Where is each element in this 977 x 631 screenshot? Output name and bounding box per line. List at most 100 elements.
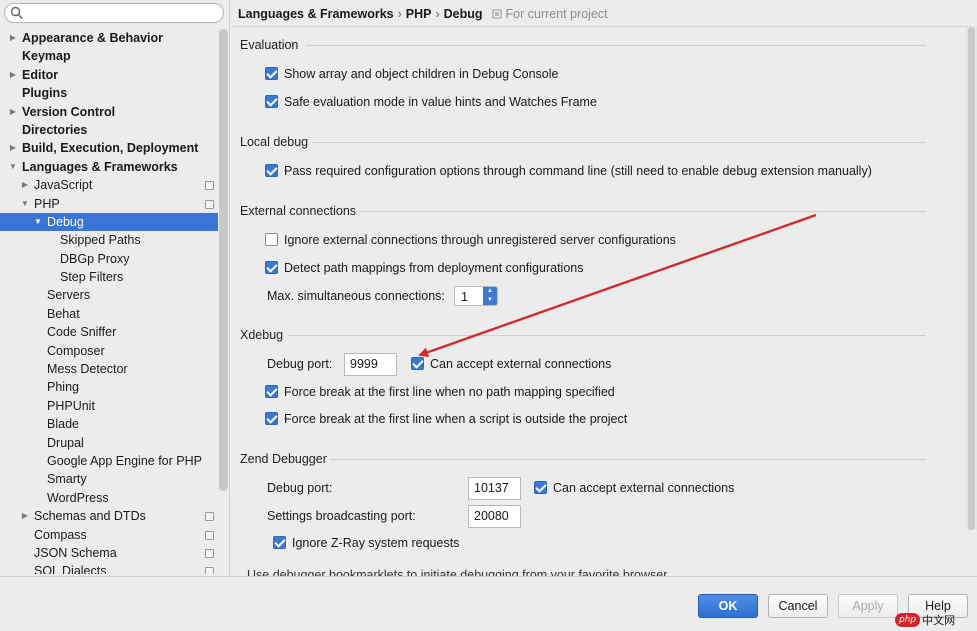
tree-item-label: Version Control xyxy=(22,104,116,119)
section-divider xyxy=(330,459,926,460)
project-scope-label: For current project xyxy=(505,7,608,21)
zend-accept-option[interactable]: Can accept external connections xyxy=(534,478,734,498)
tree-item-keymap[interactable]: Keymap xyxy=(0,47,218,65)
force-break-outside-option[interactable]: Force break at the first line when a scr… xyxy=(265,409,627,429)
safe-eval-option[interactable]: Safe evaluation mode in value hints and … xyxy=(265,92,597,112)
tree-item-plugins[interactable]: Plugins xyxy=(0,84,218,102)
tree-item-dbgp-proxy[interactable]: DBGp Proxy xyxy=(0,250,218,268)
section-title: Evaluation xyxy=(240,38,299,52)
tree-item-schemas-and-dtds[interactable]: ▶ Schemas and DTDs xyxy=(0,507,218,525)
tree-item-compass[interactable]: Compass xyxy=(0,526,218,544)
tree-item-google-app-engine-for-php[interactable]: Google App Engine for PHP xyxy=(0,452,218,470)
safe-eval-checkbox[interactable] xyxy=(265,95,278,108)
tree-item-phing[interactable]: Phing xyxy=(0,378,218,396)
watermark-logo: php xyxy=(895,613,921,627)
show-array-checkbox[interactable] xyxy=(265,67,278,80)
collapsed-arrow-icon[interactable]: ▶ xyxy=(8,66,18,84)
tree-item-javascript[interactable]: ▶ JavaScript xyxy=(0,176,218,194)
tree-item-servers[interactable]: Servers xyxy=(0,286,218,304)
pass-options-checkbox[interactable] xyxy=(265,164,278,177)
tree-item-phpunit[interactable]: PHPUnit xyxy=(0,397,218,415)
cancel-button[interactable]: Cancel xyxy=(768,594,828,618)
content-scrollbar[interactable] xyxy=(966,27,977,530)
pass-options-option[interactable]: Pass required configuration options thro… xyxy=(265,161,872,181)
force-break-no-mapping-checkbox[interactable] xyxy=(265,385,278,398)
expanded-arrow-icon[interactable]: ▼ xyxy=(33,213,43,231)
tree-item-wordpress[interactable]: WordPress xyxy=(0,489,218,507)
tree-item-build-execution-deployment[interactable]: ▶ Build, Execution, Deployment xyxy=(0,139,218,157)
tree-item-appearance-behavior[interactable]: ▶ Appearance & Behavior xyxy=(0,29,218,47)
breadcrumb-languages[interactable]: Languages & Frameworks xyxy=(238,7,394,21)
zend-accept-checkbox[interactable] xyxy=(534,481,547,494)
tree-item-mess-detector[interactable]: Mess Detector xyxy=(0,360,218,378)
ok-button[interactable]: OK xyxy=(698,594,758,618)
tree-item-blade[interactable]: Blade xyxy=(0,415,218,433)
ignore-zray-checkbox[interactable] xyxy=(273,536,286,549)
section-external-connections: External connections xyxy=(240,204,926,218)
tree-item-label: PHPUnit xyxy=(47,398,95,413)
force-break-no-mapping-option[interactable]: Force break at the first line when no pa… xyxy=(265,382,615,402)
collapsed-arrow-icon[interactable]: ▶ xyxy=(8,139,18,157)
detect-mappings-option[interactable]: Detect path mappings from deployment con… xyxy=(265,258,583,278)
expanded-arrow-icon[interactable]: ▼ xyxy=(20,195,30,213)
xdebug-accept-checkbox[interactable] xyxy=(411,357,424,370)
tree-item-label: Code Sniffer xyxy=(47,325,117,340)
spinner-arrows-icon[interactable]: ▲ ▼ xyxy=(483,287,497,305)
tree-item-directories[interactable]: Directories xyxy=(0,121,218,139)
detect-mappings-label: Detect path mappings from deployment con… xyxy=(284,261,584,275)
tree-item-drupal[interactable]: Drupal xyxy=(0,434,218,452)
max-connections-spinner[interactable]: 1 ▲ ▼ xyxy=(454,286,498,306)
search-input[interactable] xyxy=(4,3,224,23)
content-scrollbar-thumb[interactable] xyxy=(968,27,975,530)
tree-item-behat[interactable]: Behat xyxy=(0,305,218,323)
tree-item-step-filters[interactable]: Step Filters xyxy=(0,268,218,286)
xdebug-accept-option[interactable]: Can accept external connections xyxy=(411,354,611,374)
tree-item-label: Keymap xyxy=(22,49,71,64)
section-title: Zend Debugger xyxy=(240,452,327,466)
tree-item-php[interactable]: ▼ PHP xyxy=(0,195,218,213)
tree-item-smarty[interactable]: Smarty xyxy=(0,470,218,488)
tree-item-code-sniffer[interactable]: Code Sniffer xyxy=(0,323,218,341)
breadcrumb-separator: › xyxy=(397,7,402,21)
ignore-external-checkbox[interactable] xyxy=(265,233,278,246)
expanded-arrow-icon[interactable]: ▼ xyxy=(8,158,18,176)
zend-port-input[interactable]: 10137 xyxy=(468,477,521,500)
collapsed-arrow-icon[interactable]: ▶ xyxy=(8,103,18,121)
bookmarklets-link[interactable]: Use debugger bookmarklets to initiate de… xyxy=(247,568,667,576)
ignore-zray-option[interactable]: Ignore Z-Ray system requests xyxy=(273,533,459,553)
zend-port-label: Debug port: xyxy=(267,481,333,495)
project-level-icon xyxy=(205,512,214,522)
tree-item-label: Languages & Frameworks xyxy=(22,159,178,174)
header-divider xyxy=(231,26,971,27)
xdebug-port-input[interactable]: 9999 xyxy=(344,353,397,376)
tree-item-version-control[interactable]: ▶ Version Control xyxy=(0,103,218,121)
apply-button[interactable]: Apply xyxy=(838,594,898,618)
tree-item-skipped-paths[interactable]: Skipped Paths xyxy=(0,231,218,249)
xdebug-port-label: Debug port: xyxy=(267,357,333,371)
tree-item-composer[interactable]: Composer xyxy=(0,342,218,360)
collapsed-arrow-icon[interactable]: ▶ xyxy=(8,29,18,47)
tree-item-json-schema[interactable]: JSON Schema xyxy=(0,544,218,562)
sidebar-scrollbar[interactable] xyxy=(219,29,228,491)
settings-sidebar: ▶ Appearance & Behavior Keymap ▶ Editor Plugi… xyxy=(0,0,230,576)
breadcrumb-debug: Debug xyxy=(443,7,483,21)
ignore-external-option[interactable]: Ignore external connections through unre… xyxy=(265,230,676,250)
settings-tree: ▶ Appearance & Behavior Keymap ▶ Editor Plugi… xyxy=(0,29,218,574)
collapsed-arrow-icon[interactable]: ▶ xyxy=(20,176,30,194)
breadcrumb-php[interactable]: PHP xyxy=(406,7,432,21)
tree-item-debug[interactable]: ▼ Debug xyxy=(0,212,218,232)
broadcast-port-label: Settings broadcasting port: xyxy=(267,509,416,523)
tree-item-label: Debug xyxy=(47,214,84,229)
show-array-option[interactable]: Show array and object children in Debug … xyxy=(265,64,558,84)
broadcast-port-input[interactable]: 20080 xyxy=(468,505,521,528)
tree-item-languages-frameworks[interactable]: ▼ Languages & Frameworks xyxy=(0,158,218,176)
debug-settings-panel: Languages & Frameworks › PHP › Debug For cur… xyxy=(231,0,977,576)
tree-item-sql-dialects[interactable]: SQL Dialects xyxy=(0,562,218,574)
project-level-icon xyxy=(205,199,214,209)
watermark-text: 中文网 xyxy=(922,615,956,627)
section-divider xyxy=(312,142,926,143)
tree-item-editor[interactable]: ▶ Editor xyxy=(0,66,218,84)
collapsed-arrow-icon[interactable]: ▶ xyxy=(20,507,30,525)
force-break-outside-checkbox[interactable] xyxy=(265,412,278,425)
detect-mappings-checkbox[interactable] xyxy=(265,261,278,274)
